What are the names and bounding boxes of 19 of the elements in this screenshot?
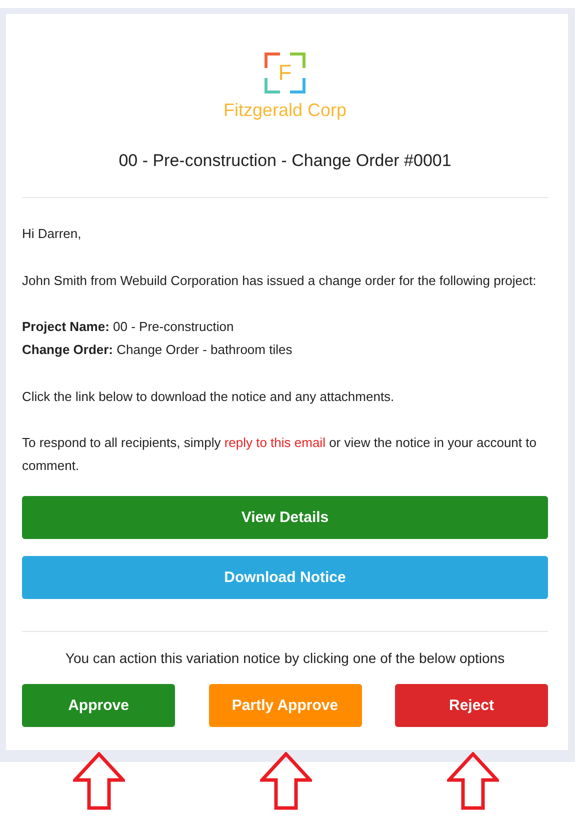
action-button[interactable]: Partly Approve [208,684,362,727]
up-arrow-icon [72,752,124,810]
intro-text: John Smith from Webuild Corporation has issued a change order for the following project: [22,272,538,290]
greeting: Hi Darren, [22,225,82,243]
email-title: 00 - Pre-construction - Change Order #0001 [118,151,452,171]
up-arrow-icon [260,752,312,810]
download-note: Click the link below to download the notice and any attachments. [22,388,396,406]
view-details-button[interactable]: View Details [22,496,548,539]
up-arrow-icon [446,752,498,810]
logo: F [264,52,306,94]
company-name: Fitzgerald Corp [223,100,347,121]
reply-link[interactable]: reply to this email [224,435,326,450]
download-button[interactable]: Download Notice [22,556,548,599]
detail-line: Project Name: 00 - Pre-construction [22,318,235,336]
action-prompt: You can action this variation notice by clicking one of the below options [64,650,506,666]
action-button[interactable]: Approve [22,684,175,727]
action-button[interactable]: Reject [395,684,548,727]
respond-text: To respond to all recipients, simply reply to this email or view the notice in your account to comment. [22,434,538,475]
detail-line: Change Order: Change Order - bathroom tiles [22,341,294,359]
